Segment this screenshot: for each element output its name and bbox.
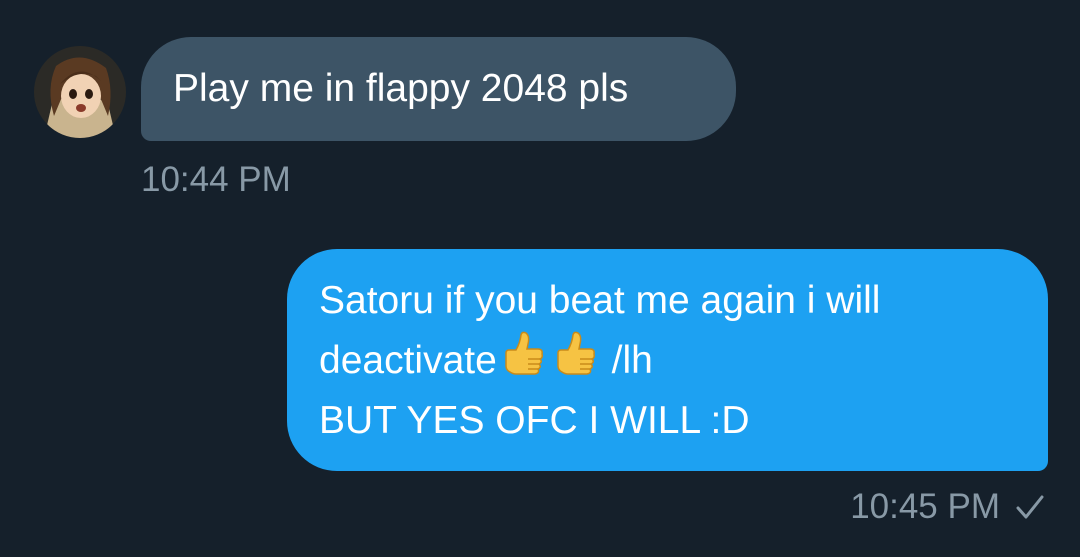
avatar[interactable] (34, 46, 126, 138)
incoming-message-text: Play me in flappy 2048 pls (173, 67, 629, 110)
thumbs-up-icon (497, 331, 547, 381)
outgoing-message-line-3: BUT YES OFC I WILL :D (319, 399, 750, 442)
anime-girl-avatar-icon (34, 46, 126, 138)
outgoing-message-line-2: deactivate /lh (319, 331, 1016, 391)
outgoing-message-line-2-prefix: deactivate (319, 339, 497, 382)
outgoing-timestamp: 10:45 PM (850, 487, 1000, 526)
outgoing-message-bubble[interactable]: Satoru if you beat me again i will deact… (287, 249, 1048, 471)
outgoing-message-line-2-suffix: /lh (600, 339, 653, 382)
outgoing-message-line-1: Satoru if you beat me again i will (319, 279, 881, 322)
incoming-message-bubble[interactable]: Play me in flappy 2048 pls (141, 37, 736, 141)
dm-conversation: Play me in flappy 2048 pls 10:44 PM Sato… (0, 0, 1080, 557)
incoming-timestamp: 10:44 PM (141, 160, 291, 199)
thumbs-up-icon (549, 331, 599, 381)
check-icon (1016, 495, 1044, 519)
